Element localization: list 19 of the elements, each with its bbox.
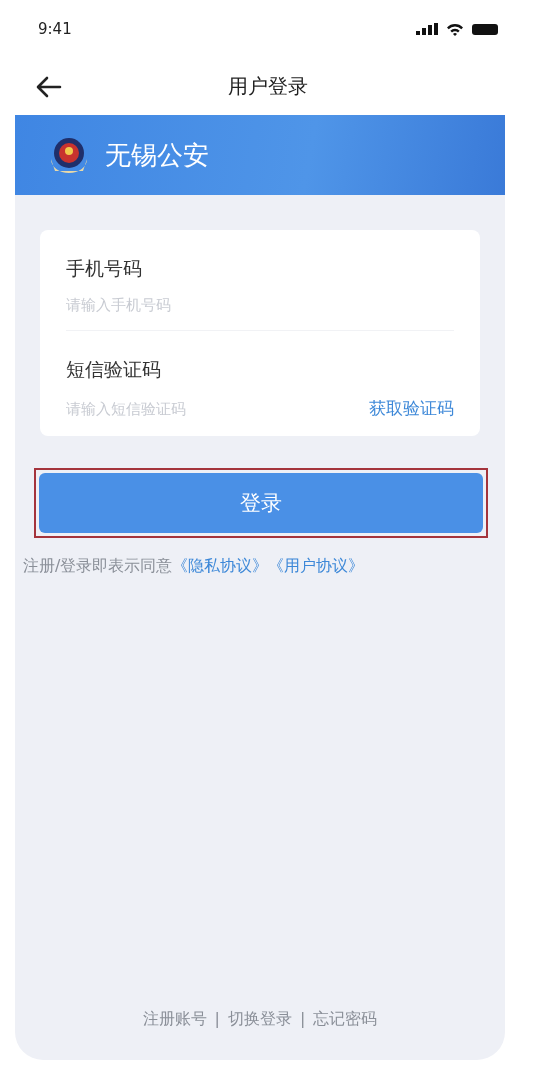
page-title: 用户登录 — [228, 73, 308, 100]
brand-title: 无锡公安 — [105, 138, 209, 172]
back-arrow-icon[interactable] — [36, 76, 62, 98]
separator: | — [214, 1009, 220, 1030]
field-label: 短信验证码 — [66, 357, 162, 382]
field-label: 手机号码 — [66, 256, 143, 281]
separator: | — [300, 1009, 306, 1030]
battery-icon — [472, 23, 498, 35]
agreement-link[interactable]: 《隐私协议》 — [172, 556, 269, 575]
wifi-icon — [446, 22, 464, 36]
footer-link[interactable]: 切换登录 — [228, 1009, 292, 1030]
login-button[interactable]: 登录 — [39, 473, 483, 533]
get-code-button[interactable]: 获取验证码 — [369, 397, 454, 420]
status-time: 9:41 — [38, 20, 72, 38]
signal-icon — [416, 23, 438, 35]
agreement-text: 注册/登录即表示同意《隐私协议》《用户协议》 — [23, 556, 366, 577]
footer-link[interactable]: 忘记密码 — [313, 1009, 378, 1030]
agreement-link[interactable]: 《用户协议》 — [268, 556, 365, 575]
footer-link[interactable]: 注册账号 — [142, 1009, 207, 1030]
